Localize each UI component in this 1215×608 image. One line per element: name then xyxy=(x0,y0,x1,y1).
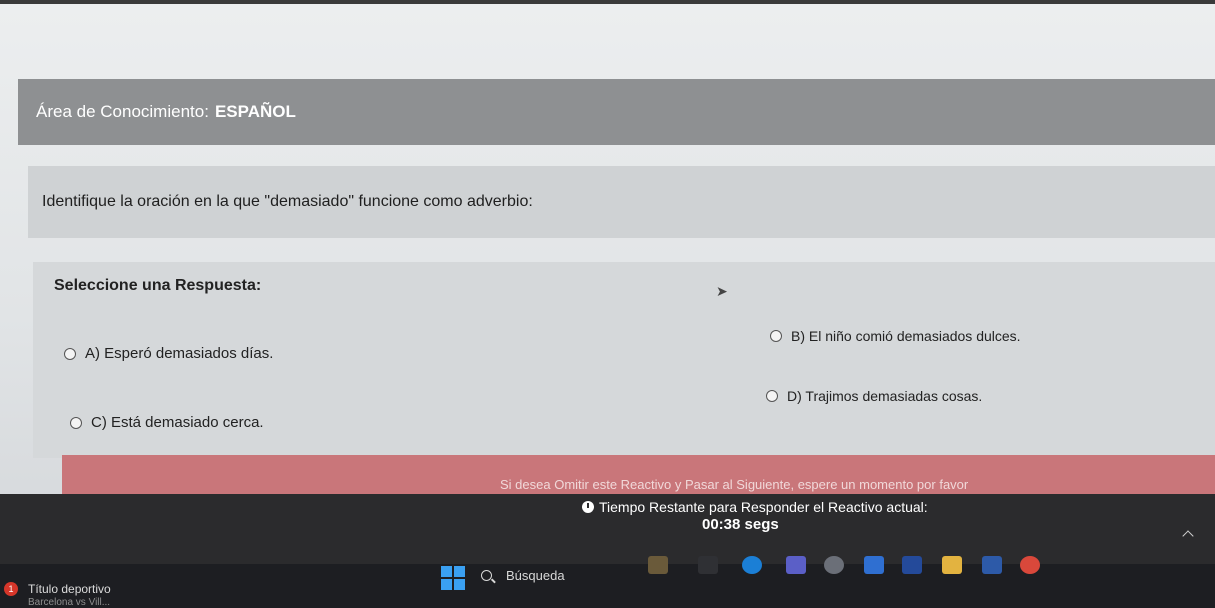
dropbox-icon[interactable] xyxy=(864,556,884,574)
news-title: Título deportivo xyxy=(28,582,111,596)
question-box: Identifique la oración en la que "demasi… xyxy=(28,166,1215,238)
search-placeholder: Búsqueda xyxy=(506,567,565,583)
taskbar-search[interactable]: Búsqueda xyxy=(481,562,621,588)
option-a[interactable]: A) Esperó demasiados días. xyxy=(64,345,273,362)
radio-c[interactable] xyxy=(70,416,82,429)
timer-value: 00:38 segs xyxy=(702,516,779,533)
folder-icon[interactable] xyxy=(942,556,962,574)
timer-label: Tiempo Restante para Responder el Reacti… xyxy=(599,499,928,515)
teams-icon[interactable] xyxy=(786,556,806,574)
option-b-label: B) El niño comió demasiados dulces. xyxy=(791,328,1021,344)
skip-question-text[interactable]: Si desea Omitir este Reactivo y Pasar al… xyxy=(500,477,1060,492)
clock-icon xyxy=(582,501,594,513)
taskbar-app-icon[interactable] xyxy=(902,556,922,574)
taskbar-app-icon[interactable] xyxy=(648,556,668,574)
answer-title: Seleccione una Respuesta: xyxy=(54,277,262,294)
search-icon xyxy=(481,569,492,581)
radio-a[interactable] xyxy=(64,347,76,360)
timer-label-row: Tiempo Restante para Responder el Reacti… xyxy=(582,499,928,515)
taskbar-app-icon[interactable] xyxy=(698,556,718,574)
edge-icon[interactable] xyxy=(742,556,762,574)
option-a-label: A) Esperó demasiados días. xyxy=(85,345,274,362)
area-value: ESPAÑOL xyxy=(214,102,296,121)
option-b[interactable]: B) El niño comió demasiados dulces. xyxy=(770,328,1021,344)
taskbar-app-icon[interactable] xyxy=(824,556,844,574)
area-label: Área de Conocimiento: xyxy=(36,102,209,121)
cursor-icon: ➤ xyxy=(716,283,728,299)
option-d[interactable]: D) Trajimos demasiadas cosas. xyxy=(766,388,982,404)
word-icon[interactable] xyxy=(982,556,1002,574)
news-badge: 1 xyxy=(4,582,18,596)
option-d-label: D) Trajimos demasiadas cosas. xyxy=(787,388,983,404)
question-text: Identifique la oración en la que "demasi… xyxy=(42,193,533,210)
option-c-label: C) Está demasiado cerca. xyxy=(91,414,264,431)
radio-b[interactable] xyxy=(770,330,782,342)
option-c[interactable]: C) Está demasiado cerca. xyxy=(70,414,264,431)
knowledge-area-header: Área de Conocimiento: ESPAÑOL xyxy=(18,79,1215,145)
chrome-icon[interactable] xyxy=(1020,556,1040,574)
windows-start-icon[interactable] xyxy=(441,566,465,590)
news-subtitle: Barcelona vs Vill... xyxy=(28,597,111,608)
radio-d[interactable] xyxy=(766,390,778,402)
